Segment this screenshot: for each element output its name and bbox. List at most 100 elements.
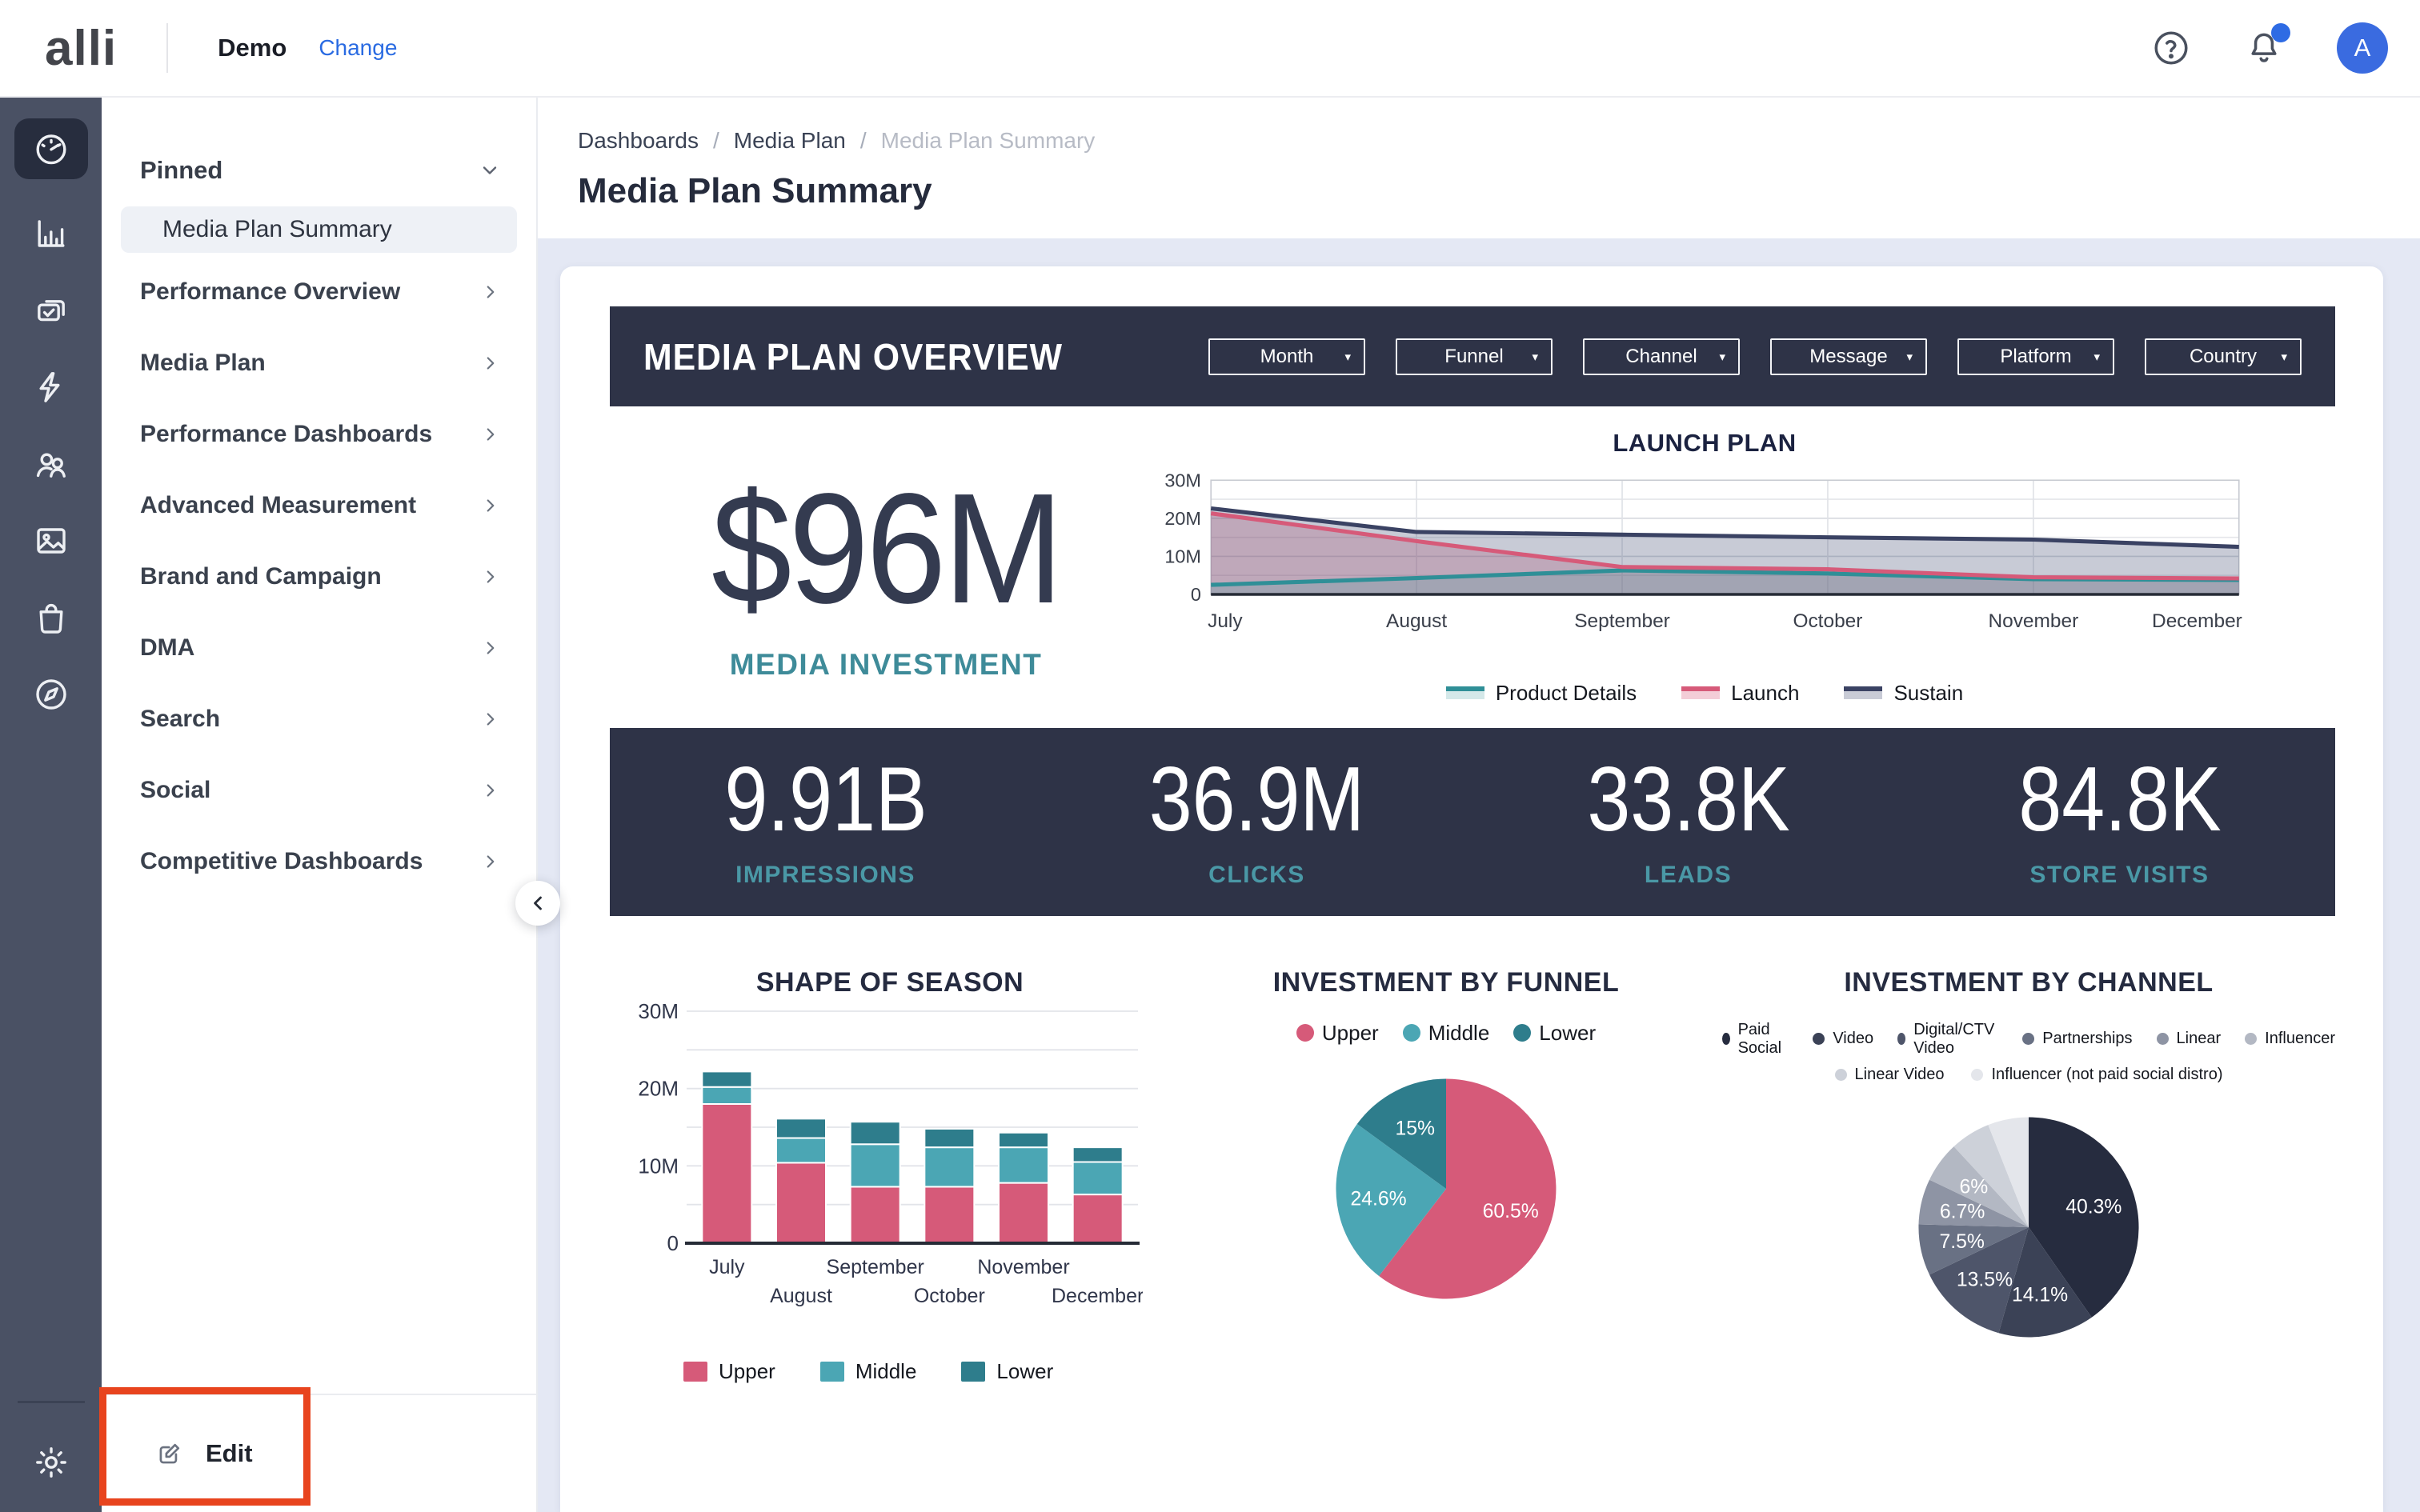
shape-of-season-chart: SHAPE OF SEASON JulyAugustSeptemberOctob… bbox=[610, 967, 1170, 1384]
kpi-clicks: 36.9MCLICKS bbox=[1041, 754, 1472, 889]
legend-item: Middle bbox=[820, 1359, 917, 1384]
legend-label: Partnerships bbox=[2042, 1030, 2132, 1048]
rail-item-dashboards[interactable] bbox=[14, 118, 88, 179]
svg-text:0: 0 bbox=[667, 1231, 679, 1255]
svg-text:6.7%: 6.7% bbox=[1940, 1201, 1985, 1222]
sidebar-item-performance-dashboards[interactable]: Performance Dashboards bbox=[102, 398, 536, 470]
svg-text:0: 0 bbox=[1191, 584, 1201, 605]
legend-swatch bbox=[1446, 686, 1484, 699]
filter-message-dropdown[interactable]: Message ▾ bbox=[1770, 338, 1927, 375]
change-workspace-link[interactable]: Change bbox=[319, 35, 397, 61]
filter-country-dropdown[interactable]: Country▾ bbox=[2145, 338, 2302, 375]
legend-item: Digital/CTV Video bbox=[1897, 1021, 1998, 1058]
avatar[interactable]: A bbox=[2337, 22, 2388, 74]
sidebar-item-label: Competitive Dashboards bbox=[140, 848, 423, 875]
pinned-section-header[interactable]: Pinned bbox=[102, 147, 536, 194]
dashboard-card: MEDIA PLAN OVERVIEW Month▾Funnel▾Channel… bbox=[560, 266, 2383, 1512]
legend-swatch bbox=[2022, 1033, 2034, 1045]
rail-item-creative[interactable] bbox=[14, 502, 88, 579]
legend-item: Paid Social bbox=[1722, 1021, 1789, 1058]
sidebar-item-performance-overview[interactable]: Performance Overview bbox=[102, 256, 536, 327]
svg-text:December: December bbox=[1052, 1285, 1143, 1307]
filter-funnel-dropdown[interactable]: Funnel▾ bbox=[1396, 338, 1553, 375]
rail-item-explore[interactable] bbox=[14, 656, 88, 733]
sidebar-item-label: DMA bbox=[140, 634, 194, 662]
svg-text:13.5%: 13.5% bbox=[1957, 1269, 2013, 1290]
breadcrumb-item[interactable]: Media Plan bbox=[734, 128, 846, 154]
svg-text:10M: 10M bbox=[638, 1154, 679, 1178]
filter-label: Funnel bbox=[1444, 346, 1503, 368]
legend-swatch bbox=[1897, 1033, 1905, 1045]
legend-item: Middle bbox=[1403, 1021, 1490, 1046]
legend-item: Launch bbox=[1681, 681, 1799, 706]
legend-item: Linear Video bbox=[1835, 1066, 1945, 1084]
svg-text:July: July bbox=[709, 1256, 745, 1278]
shape-of-season-bar-chart: JulyAugustSeptemberOctoberNovemberDecemb… bbox=[610, 998, 1170, 1354]
chevron-down-icon bbox=[479, 159, 501, 182]
chevron-right-icon bbox=[480, 424, 501, 445]
legend-item: Lower bbox=[961, 1359, 1053, 1384]
rail-divider bbox=[18, 1401, 85, 1403]
overview-title: MEDIA PLAN OVERVIEW bbox=[643, 335, 1063, 378]
legend-swatch bbox=[1835, 1069, 1847, 1081]
svg-text:14.1%: 14.1% bbox=[2012, 1284, 2068, 1306]
breadcrumb-item[interactable]: Dashboards bbox=[578, 128, 699, 154]
sidebar-item-media-plan-summary[interactable]: Media Plan Summary bbox=[121, 206, 517, 253]
kpi-value: 84.8K bbox=[2018, 754, 2221, 846]
media-investment-value: $96M bbox=[711, 470, 1060, 627]
rail-bottom bbox=[0, 1401, 102, 1512]
filter-platform-dropdown[interactable]: Platform▾ bbox=[1957, 338, 2114, 375]
filter-label: Message bbox=[1809, 346, 1887, 368]
legend-item: Partnerships bbox=[2022, 1030, 2132, 1048]
chevron-right-icon bbox=[480, 851, 501, 872]
help-icon[interactable] bbox=[2151, 28, 2191, 68]
svg-text:15%: 15% bbox=[1396, 1118, 1436, 1139]
sidebar-item-media-plan[interactable]: Media Plan bbox=[102, 327, 536, 398]
legend-swatch bbox=[820, 1362, 844, 1382]
edit-label: Edit bbox=[206, 1439, 253, 1468]
filter-channel-dropdown[interactable]: Channel▾ bbox=[1583, 338, 1740, 375]
edit-button[interactable]: Edit bbox=[102, 1394, 536, 1512]
svg-text:7.5%: 7.5% bbox=[1939, 1231, 1984, 1253]
sidebar-item-dma[interactable]: DMA bbox=[102, 612, 536, 683]
dropdown-caret-icon: ▾ bbox=[2093, 350, 2100, 364]
rail-item-analytics[interactable] bbox=[14, 195, 88, 272]
legend-swatch bbox=[1813, 1033, 1825, 1045]
svg-text:November: November bbox=[1988, 610, 2078, 632]
notifications-bell-icon[interactable] bbox=[2244, 28, 2284, 68]
sidebar-item-label: Brand and Campaign bbox=[140, 563, 382, 590]
sidebar-item-social[interactable]: Social bbox=[102, 754, 536, 826]
app-logo[interactable]: alli bbox=[45, 20, 117, 77]
rail-item-settings[interactable] bbox=[14, 1424, 88, 1501]
shape-of-season-title: SHAPE OF SEASON bbox=[610, 967, 1170, 998]
svg-text:40.3%: 40.3% bbox=[2065, 1197, 2122, 1218]
sidebar-item-label: Performance Overview bbox=[140, 278, 400, 306]
legend-label: Influencer (not paid social distro) bbox=[1991, 1066, 2222, 1084]
speedometer-icon bbox=[32, 130, 70, 168]
rail-item-automation[interactable] bbox=[14, 349, 88, 426]
legend-label: Sustain bbox=[1893, 681, 1963, 706]
rail-item-shopping[interactable] bbox=[14, 579, 88, 656]
chevron-right-icon bbox=[480, 709, 501, 730]
sidebar-item-advanced-measurement[interactable]: Advanced Measurement bbox=[102, 470, 536, 541]
svg-text:20M: 20M bbox=[638, 1077, 679, 1101]
filter-label: Country bbox=[2190, 346, 2257, 368]
kpi-label: CLICKS bbox=[1208, 862, 1305, 889]
legend-label: Upper bbox=[719, 1359, 775, 1384]
investment-by-funnel-pie: 60.5%24.6%15% bbox=[1170, 1046, 1722, 1321]
svg-text:July: July bbox=[1208, 610, 1243, 632]
investment-by-funnel-legend: UpperMiddleLower bbox=[1170, 1021, 1722, 1046]
filter-month-dropdown[interactable]: Month▾ bbox=[1208, 338, 1365, 375]
legend-label: Middle bbox=[1428, 1021, 1490, 1046]
rail-item-audiences[interactable] bbox=[14, 426, 88, 502]
rail-item-reports[interactable] bbox=[14, 272, 88, 349]
sidebar-item-competitive-dashboards[interactable]: Competitive Dashboards bbox=[102, 826, 536, 897]
legend-item: Sustain bbox=[1844, 681, 1963, 706]
sidebar-item-brand-and-campaign[interactable]: Brand and Campaign bbox=[102, 541, 536, 612]
launch-plan-title: LAUNCH PLAN bbox=[1162, 429, 2247, 458]
sidebar-item-search[interactable]: Search bbox=[102, 683, 536, 754]
sidebar-collapse-button[interactable] bbox=[515, 881, 560, 926]
dropdown-caret-icon: ▾ bbox=[1906, 350, 1913, 364]
shopping-bag-icon bbox=[32, 598, 70, 637]
legend-swatch bbox=[1513, 1024, 1531, 1042]
